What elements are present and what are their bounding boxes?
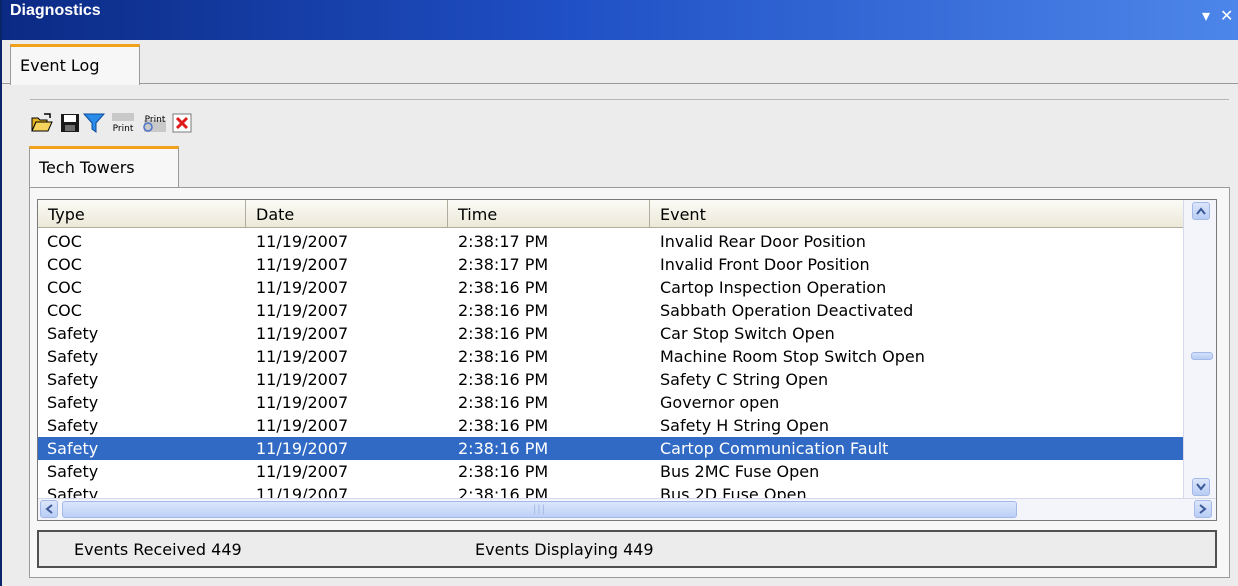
cell-event: Cartop Inspection Operation: [660, 278, 887, 297]
cell-date: 11/19/2007: [256, 347, 349, 366]
table-row[interactable]: COC 11/19/2007 2:38:17 PM Invalid Front …: [38, 253, 1184, 276]
cell-type: Safety: [47, 416, 99, 435]
table-row[interactable]: COC 11/19/2007 2:38:17 PM Invalid Rear D…: [38, 230, 1184, 253]
cell-time: 2:38:16 PM: [458, 301, 549, 320]
cell-type: Safety: [47, 462, 99, 481]
cell-date: 11/19/2007: [256, 370, 349, 389]
cell-time: 2:38:16 PM: [458, 393, 549, 412]
cell-event: Governor open: [660, 393, 780, 412]
cell-date: 11/19/2007: [256, 393, 349, 412]
cell-event: Bus 2MC Fuse Open: [660, 462, 820, 481]
title-bar: Diagnostics ▾ ✕: [2, 0, 1238, 40]
cell-type: Safety: [47, 393, 99, 412]
cell-event: Invalid Rear Door Position: [660, 232, 866, 251]
events-received-label: Events Received 449: [74, 540, 242, 559]
scroll-right-icon[interactable]: [1194, 500, 1212, 518]
print-icon[interactable]: Print: [110, 111, 136, 135]
cell-time: 2:38:16 PM: [458, 278, 549, 297]
print-icon-label: Print: [113, 124, 134, 134]
cell-time: 2:38:16 PM: [458, 347, 549, 366]
cell-type: Safety: [47, 324, 99, 343]
column-header-date[interactable]: Date: [246, 200, 448, 228]
filter-icon[interactable]: [82, 111, 106, 135]
events-displaying-label: Events Displaying 449: [475, 540, 654, 559]
tab-tech-towers[interactable]: Tech Towers: [29, 146, 179, 188]
cell-type: Safety: [47, 370, 99, 389]
cell-date: 11/19/2007: [256, 324, 349, 343]
cell-date: 11/19/2007: [256, 416, 349, 435]
diagnostics-window: Diagnostics ▾ ✕ Event Log Print Print Te…: [0, 0, 1238, 586]
column-header-event[interactable]: Event: [650, 200, 1184, 228]
event-grid: Type Date Time Event COC 11/19/2007 2:38…: [37, 199, 1217, 521]
cell-date: 11/19/2007: [256, 255, 349, 274]
table-row[interactable]: COC 11/19/2007 2:38:16 PM Sabbath Operat…: [38, 299, 1184, 322]
cell-type: COC: [47, 232, 82, 251]
table-row[interactable]: COC 11/19/2007 2:38:16 PM Cartop Inspect…: [38, 276, 1184, 299]
divider: [30, 99, 1229, 100]
cell-type: COC: [47, 301, 82, 320]
horizontal-scroll-thumb[interactable]: |||: [62, 501, 1017, 518]
table-row[interactable]: Safety 11/19/2007 2:38:16 PM Governor op…: [38, 391, 1184, 414]
table-row-selected[interactable]: Safety 11/19/2007 2:38:16 PM Cartop Comm…: [38, 437, 1184, 460]
cell-time: 2:38:17 PM: [458, 232, 549, 251]
save-icon[interactable]: [58, 111, 82, 135]
cell-time: 2:38:17 PM: [458, 255, 549, 274]
table-row[interactable]: Safety 11/19/2007 2:38:16 PM Machine Roo…: [38, 345, 1184, 368]
vertical-scrollbar[interactable]: [1183, 200, 1216, 500]
cell-time: 2:38:16 PM: [458, 324, 549, 343]
tab-event-log[interactable]: Event Log: [10, 44, 140, 85]
cell-date: 11/19/2007: [256, 278, 349, 297]
column-header-time[interactable]: Time: [448, 200, 650, 228]
cell-time: 2:38:16 PM: [458, 370, 549, 389]
cell-event: Safety H String Open: [660, 416, 829, 435]
scroll-up-icon[interactable]: [1192, 202, 1210, 220]
cell-date: 11/19/2007: [256, 301, 349, 320]
scroll-down-icon[interactable]: [1192, 478, 1210, 496]
close-icon[interactable]: ✕: [1220, 8, 1233, 24]
table-row[interactable]: Safety 11/19/2007 2:38:16 PM Car Stop Sw…: [38, 322, 1184, 345]
cell-type: Safety: [47, 347, 99, 366]
open-folder-icon[interactable]: [30, 111, 54, 135]
cell-date: 11/19/2007: [256, 232, 349, 251]
table-row[interactable]: Safety 11/19/2007 2:38:16 PM Bus 2MC Fus…: [38, 460, 1184, 483]
print-preview-icon[interactable]: Print: [142, 111, 168, 135]
cell-event: Car Stop Switch Open: [660, 324, 835, 343]
cell-type: COC: [47, 255, 82, 274]
cell-date: 11/19/2007: [256, 439, 349, 458]
cell-time: 2:38:16 PM: [458, 439, 549, 458]
cell-event: Invalid Front Door Position: [660, 255, 870, 274]
status-bar: Events Received 449 Events Displaying 44…: [37, 530, 1217, 568]
table-row[interactable]: Safety 11/19/2007 2:38:16 PM Safety H St…: [38, 414, 1184, 437]
cell-event: Cartop Communication Fault: [660, 439, 889, 458]
window-title: Diagnostics: [10, 2, 101, 19]
cell-time: 2:38:16 PM: [458, 416, 549, 435]
vertical-scroll-thumb[interactable]: [1191, 352, 1213, 360]
cell-event: Machine Room Stop Switch Open: [660, 347, 925, 366]
cell-event: Safety C String Open: [660, 370, 829, 389]
dropdown-icon[interactable]: ▾: [1202, 8, 1210, 24]
cell-type: Safety: [47, 439, 99, 458]
table-row[interactable]: Safety 11/19/2007 2:38:16 PM Safety C St…: [38, 368, 1184, 391]
horizontal-scrollbar[interactable]: |||: [38, 498, 1216, 520]
scroll-left-icon[interactable]: [40, 500, 58, 518]
cell-time: 2:38:16 PM: [458, 462, 549, 481]
cell-type: COC: [47, 278, 82, 297]
clear-icon[interactable]: [170, 111, 194, 135]
cell-date: 11/19/2007: [256, 462, 349, 481]
cell-event: Sabbath Operation Deactivated: [660, 301, 914, 320]
column-header-type[interactable]: Type: [38, 200, 246, 228]
main-tab-bar: Event Log: [2, 40, 1238, 85]
grid-header: Type Date Time Event: [38, 200, 1184, 228]
